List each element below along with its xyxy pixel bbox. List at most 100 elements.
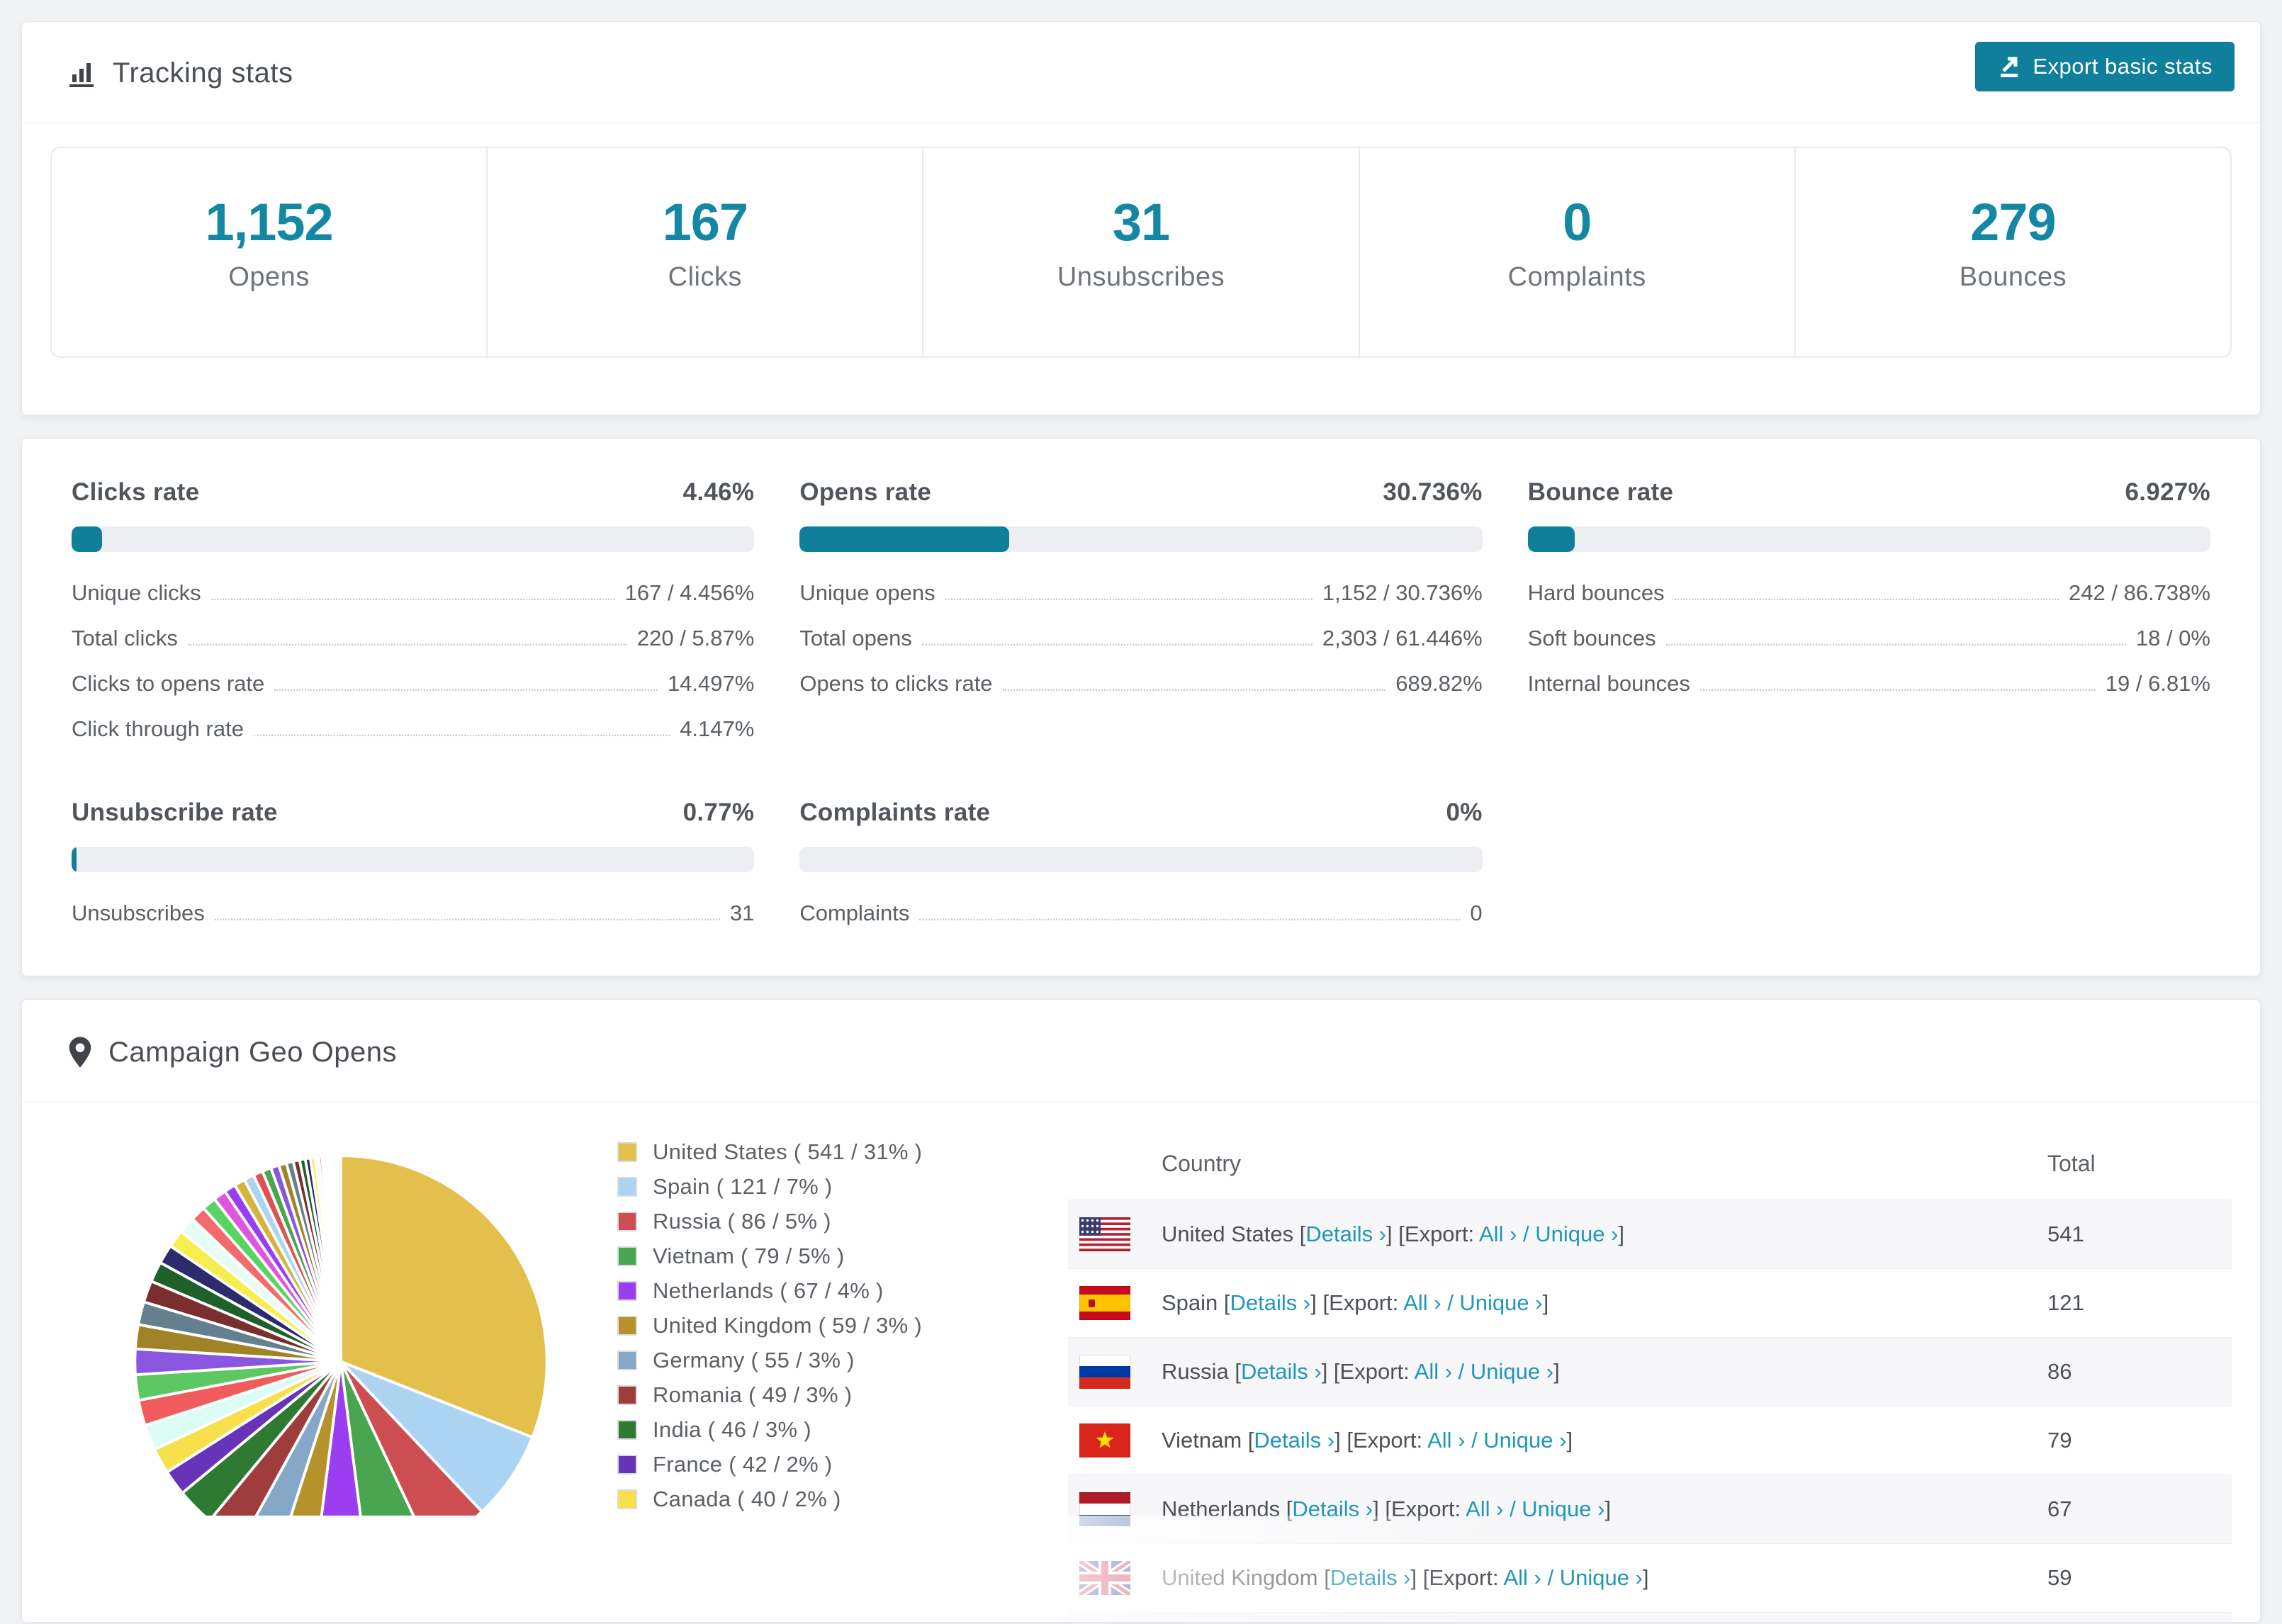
clicks-rate-title: Clicks rate <box>72 478 200 506</box>
geo-row-united-kingdom: United Kingdom [Details ›] [Export: All … <box>1068 1543 2232 1612</box>
legend-item-germany[interactable]: Germany ( 55 / 3% ) <box>617 1348 1042 1373</box>
rate-detail-row-internal-bounces: Internal bounces 19 / 6.81% <box>1528 671 2210 697</box>
legend-swatch <box>617 1281 637 1301</box>
rate-row-value: 14.497% <box>667 671 755 696</box>
export-all-link[interactable]: All › <box>1503 1565 1541 1590</box>
stat-cell-opens: 1,152 Opens <box>52 148 486 356</box>
geo-total-cell: 59 <box>2047 1565 2072 1590</box>
clicks-rate-value: 4.46% <box>682 478 755 506</box>
geo-total-cell: 67 <box>2047 1496 2072 1521</box>
legend-label: Brazil ( 33 / 2% ) <box>653 1556 819 1581</box>
bracket: ] <box>1604 1496 1612 1521</box>
export-basic-stats-button[interactable]: Export basic stats <box>1975 42 2235 91</box>
nl-flag-icon <box>1079 1492 1130 1526</box>
link-separator: / <box>1465 1428 1484 1453</box>
dotted-leader <box>253 735 670 736</box>
legend-item-south-africa[interactable]: South Africa ( 29 / 2% ) <box>617 1591 1042 1616</box>
rate-detail-row-unique-clicks: Unique clicks 167 / 4.456% <box>72 580 754 606</box>
legend-item-italy[interactable]: Italy ( 36 / 2% ) <box>617 1521 1042 1547</box>
unsubscribe-rate-progress-bar <box>72 847 755 872</box>
legend-swatch <box>617 1455 637 1474</box>
link-separator: / <box>1541 1565 1560 1590</box>
export-all-link[interactable]: All › <box>1479 1222 1517 1246</box>
details-link[interactable]: Details › <box>1230 1290 1311 1315</box>
dotted-leader <box>274 689 658 691</box>
opens-rate-value: 30.736% <box>1383 478 1483 506</box>
bounce-rate-progress-fill <box>1527 526 1575 552</box>
legend-item-united-states[interactable]: United States ( 541 / 31% ) <box>617 1139 1042 1165</box>
export-unique-link[interactable]: Unique › <box>1560 1565 1643 1590</box>
export-all-link[interactable]: All › <box>1403 1290 1441 1315</box>
legend-item-russia[interactable]: Russia ( 86 / 5% ) <box>617 1209 1042 1234</box>
legend-label: Germany ( 55 / 3% ) <box>653 1348 855 1372</box>
geo-table-header: Country Total <box>1068 1128 2232 1200</box>
tracking-stats-title: Tracking stats <box>113 57 293 89</box>
rate-row-label: Complaints <box>799 901 910 925</box>
country-column-header: Country <box>1162 1151 1242 1176</box>
opens-rate-title: Opens rate <box>799 478 932 506</box>
campaign-geo-opens-card: Campaign Geo Opens United States ( 541 /… <box>21 999 2261 1623</box>
total-column-header: Total <box>2047 1151 2096 1176</box>
bounce-rate-head: Bounce rate 6.927% <box>1528 478 2210 507</box>
legend-label: India ( 46 / 3% ) <box>653 1417 811 1442</box>
export-word: Export: <box>1404 1222 1479 1246</box>
export-all-link[interactable]: All › <box>1427 1428 1465 1453</box>
details-link[interactable]: Details › <box>1330 1565 1411 1590</box>
rates-grid: Clicks rate 4.46% Unique clicks 167 / 4.456… <box>22 439 2260 976</box>
us-flag-icon <box>1079 1217 1130 1251</box>
details-link[interactable]: Details › <box>1305 1222 1386 1246</box>
dotted-leader <box>919 919 1461 920</box>
link-separator: / <box>1441 1290 1460 1315</box>
dotted-leader <box>1002 689 1386 691</box>
export-button-label: Export basic stats <box>2033 54 2213 79</box>
gb-flag-icon <box>1079 1561 1130 1595</box>
legend-item-canada[interactable]: Canada ( 40 / 2% ) <box>617 1487 1042 1512</box>
legend-item-brazil[interactable]: Brazil ( 33 / 2% ) <box>617 1556 1042 1581</box>
stat-label: Clicks <box>668 262 742 292</box>
legend-item-india[interactable]: India ( 46 / 3% ) <box>617 1417 1042 1443</box>
unsubscribe-rate-value: 0.77% <box>682 799 755 826</box>
export-all-link[interactable]: All › <box>1466 1496 1503 1521</box>
rate-row-label: Total clicks <box>72 626 178 650</box>
details-link[interactable]: Details › <box>1292 1496 1373 1521</box>
legend-item-vietnam[interactable]: Vietnam ( 79 / 5% ) <box>617 1244 1042 1269</box>
dotted-leader <box>1674 599 2059 600</box>
export-word: Export: <box>1429 1565 1504 1590</box>
stat-label: Opens <box>228 262 310 292</box>
opens-rate-progress-fill <box>799 526 1010 552</box>
geo-pie-chart <box>93 1128 589 1622</box>
export-unique-link[interactable]: Unique › <box>1535 1222 1618 1246</box>
details-link[interactable]: Details › <box>1254 1428 1334 1453</box>
geo-total-cell: 121 <box>2047 1290 2084 1315</box>
export-unique-link[interactable]: Unique › <box>1471 1359 1553 1384</box>
stat-value: 279 <box>1970 193 2056 252</box>
unsubscribe-rate-rows: Unsubscribes 31 <box>72 901 754 926</box>
export-unique-link[interactable]: Unique › <box>1459 1290 1542 1315</box>
rate-detail-row-hard-bounces: Hard bounces 242 / 86.738% <box>1528 580 2210 606</box>
opens-rate-head: Opens rate 30.736% <box>799 478 1482 507</box>
bracket: [ <box>1324 1565 1330 1590</box>
stats-summary-row: 1,152 Opens 167 Clicks 31 Unsubscribes 0 Compla… <box>50 147 2232 358</box>
bracket: ] <box>1642 1565 1649 1590</box>
legend-item-united-kingdom[interactable]: United Kingdom ( 59 / 3% ) <box>617 1313 1042 1338</box>
export-all-link[interactable]: All › <box>1415 1359 1452 1384</box>
map-pin-icon <box>67 1035 93 1069</box>
rate-detail-row-complaints: Complaints 0 <box>799 901 1482 926</box>
export-word: Export: <box>1390 1496 1466 1521</box>
details-link[interactable]: Details › <box>1241 1359 1322 1384</box>
legend-item-france[interactable]: France ( 42 / 2% ) <box>617 1452 1042 1477</box>
export-unique-link[interactable]: Unique › <box>1483 1428 1566 1453</box>
geo-row-vietnam: Vietnam [Details ›] [Export: All › / Uni… <box>1068 1406 2232 1474</box>
bracket: ] <box>1553 1359 1560 1384</box>
legend-item-romania[interactable]: Romania ( 49 / 3% ) <box>617 1382 1042 1408</box>
stat-value: 0 <box>1563 193 1592 252</box>
rates-card: Clicks rate 4.46% Unique clicks 167 / 4.456… <box>21 438 2261 976</box>
unsubscribe-rate-title: Unsubscribe rate <box>72 799 278 826</box>
legend-item-spain[interactable]: Spain ( 121 / 7% ) <box>617 1174 1042 1200</box>
stat-cell-complaints: 0 Complaints <box>1358 148 1794 356</box>
geo-country-cell: Russia [Details ›] [Export: All › / Uniq… <box>1162 1359 2047 1385</box>
export-unique-link[interactable]: Unique › <box>1522 1496 1604 1521</box>
legend-item-netherlands[interactable]: Netherlands ( 67 / 4% ) <box>617 1278 1042 1304</box>
geo-header: Campaign Geo Opens <box>22 1000 2260 1103</box>
rate-detail-row-total-clicks: Total clicks 220 / 5.87% <box>72 626 754 651</box>
